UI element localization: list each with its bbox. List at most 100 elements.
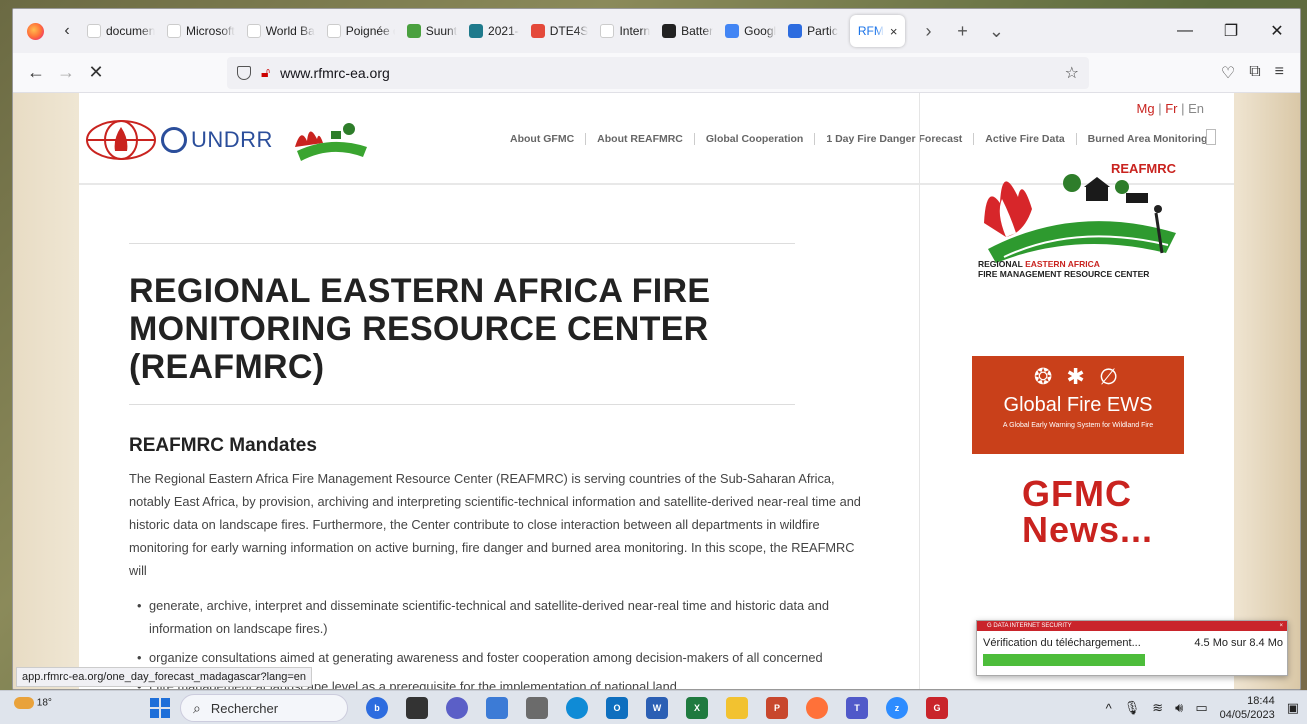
tab[interactable]: Microsoft bbox=[161, 15, 241, 47]
calculator-icon[interactable] bbox=[526, 697, 548, 719]
weather-icon bbox=[14, 697, 34, 709]
reafmrc-caption-line2: FIRE MANAGEMENT RESOURCE CENTER bbox=[978, 269, 1150, 279]
teams-icon[interactable]: T bbox=[846, 697, 868, 719]
url-text[interactable]: www.rfmrc-ea.org bbox=[280, 65, 390, 81]
tab-scroll-left-icon[interactable]: ‹ bbox=[53, 22, 81, 40]
nav-link[interactable]: Global Cooperation bbox=[695, 133, 816, 145]
page-viewport: Mg | Fr | En UNDRR About GFMC About REAF… bbox=[13, 93, 1300, 689]
gfmc-logo[interactable] bbox=[85, 119, 157, 161]
reafmrc-logo-small[interactable] bbox=[291, 117, 369, 163]
edge-icon[interactable] bbox=[566, 697, 588, 719]
antivirus-download-popup: G DATA INTERNET SECURITY × Vérification … bbox=[976, 620, 1288, 676]
back-button[interactable]: ← bbox=[21, 62, 51, 83]
tab[interactable]: Suunt bbox=[401, 15, 463, 47]
forward-button[interactable]: → bbox=[51, 62, 81, 83]
nav-link[interactable]: About GFMC bbox=[499, 133, 587, 145]
bing-icon[interactable]: b bbox=[366, 697, 388, 719]
tab-label: Poignée d bbox=[345, 24, 395, 38]
tab[interactable]: World Ban bbox=[241, 15, 321, 47]
microphone-icon[interactable]: 🎙︎ bbox=[1124, 700, 1141, 716]
powerpoint-icon[interactable]: P bbox=[766, 697, 788, 719]
tab-scroll-right-icon[interactable]: › bbox=[911, 21, 945, 42]
battery-icon[interactable]: ▭ bbox=[1195, 700, 1207, 716]
word-icon[interactable]: W bbox=[646, 697, 668, 719]
pocket-icon[interactable]: ♡ bbox=[1221, 63, 1235, 83]
menu-icon[interactable]: ≡ bbox=[1275, 63, 1284, 83]
notifications-icon[interactable]: ▣ bbox=[1287, 700, 1299, 716]
chat-icon[interactable] bbox=[446, 697, 468, 719]
divider bbox=[129, 404, 795, 405]
insecure-lock-icon[interactable]: 🔓︎ bbox=[261, 64, 270, 81]
main-content: REGIONAL EASTERN AFRICA FIRE MONITORING … bbox=[129, 243, 869, 689]
zoom-icon[interactable]: z bbox=[886, 697, 908, 719]
tab-label: Partic bbox=[807, 24, 838, 38]
volume-icon[interactable]: 🔊︎ bbox=[1175, 700, 1183, 716]
tab[interactable]: Partic bbox=[782, 15, 844, 47]
weather-widget[interactable]: 18° bbox=[14, 697, 52, 709]
site-container: Mg | Fr | En UNDRR About GFMC About REAF… bbox=[79, 93, 1234, 689]
tab[interactable]: 2021- bbox=[463, 15, 525, 47]
show-hidden-icons[interactable]: ^ bbox=[1106, 701, 1112, 716]
reafmrc-brand-text: REAFMRC bbox=[1111, 161, 1176, 176]
wifi-icon[interactable]: ≋ bbox=[1152, 700, 1163, 716]
section-heading: REAFMRC Mandates bbox=[129, 435, 317, 456]
mandates-paragraph: The Regional Eastern Africa Fire Managem… bbox=[129, 471, 861, 578]
status-url-tooltip: app.rfmrc-ea.org/one_day_forecast_madaga… bbox=[16, 667, 313, 687]
reafmrc-logo-large[interactable]: REAFMRC REGIONAL EASTERN AFRICA FIRE MAN… bbox=[976, 153, 1186, 283]
ews-icons: ❂ ✱ ∅ bbox=[1033, 364, 1123, 389]
mandate-list-item: organize consultations aimed at generati… bbox=[137, 646, 869, 669]
tab-close-icon[interactable]: × bbox=[890, 24, 898, 39]
tab[interactable]: Googl bbox=[719, 15, 782, 47]
tab-label: Batter bbox=[681, 24, 714, 38]
search-icon: ⌕ bbox=[193, 699, 201, 716]
tab[interactable]: document bbox=[81, 15, 161, 47]
url-bar[interactable]: 🔓︎ www.rfmrc-ea.org ☆ bbox=[227, 56, 1089, 89]
tab[interactable]: Poignée d bbox=[321, 15, 401, 47]
tab[interactable]: DTE4S bbox=[525, 15, 595, 47]
start-button[interactable] bbox=[150, 698, 170, 718]
stop-button[interactable]: ✕ bbox=[81, 62, 111, 83]
ews-title: Global Fire EWS bbox=[1003, 394, 1153, 416]
minimize-button[interactable]: — bbox=[1162, 9, 1208, 53]
file-explorer-icon[interactable] bbox=[726, 697, 748, 719]
un-emblem-icon[interactable] bbox=[161, 127, 187, 153]
clock[interactable]: 18:44 04/05/2023 bbox=[1220, 694, 1275, 722]
tab-favicon-icon bbox=[662, 24, 677, 38]
nav-link[interactable]: About REAFMRC bbox=[586, 133, 695, 145]
tab-label: document bbox=[106, 24, 155, 38]
file-explorer-pinned-icon[interactable] bbox=[486, 697, 508, 719]
new-tab-button[interactable]: + bbox=[945, 21, 979, 42]
page-title: REGIONAL EASTERN AFRICA FIRE MONITORING … bbox=[129, 272, 711, 386]
tab-label: RFM bbox=[857, 24, 884, 38]
tab-label: World Ban bbox=[265, 24, 315, 38]
gfmc-news-banner[interactable]: GFMC News... bbox=[1022, 476, 1152, 548]
tab-list-button[interactable]: ⌄ bbox=[979, 21, 1013, 42]
gdata-icon[interactable]: G bbox=[926, 697, 948, 719]
av-popup-title: G DATA INTERNET SECURITY bbox=[987, 623, 1072, 629]
global-fire-ews-banner[interactable]: ❂ ✱ ∅ Global Fire EWS A Global Early War… bbox=[972, 356, 1184, 454]
undrr-logo-text[interactable]: UNDRR bbox=[191, 127, 273, 153]
firefox-icon[interactable] bbox=[17, 13, 53, 49]
clock-date: 04/05/2023 bbox=[1219, 709, 1275, 721]
mandate-list-item: generate, archive, interpret and dissemi… bbox=[137, 594, 869, 640]
tab[interactable]: Intern bbox=[594, 15, 656, 47]
firefox-taskbar-icon[interactable] bbox=[806, 697, 828, 719]
tab-active[interactable]: RFM × bbox=[849, 15, 906, 47]
divider bbox=[129, 243, 795, 244]
tab[interactable]: Batter bbox=[656, 15, 719, 47]
tracking-shield-icon[interactable] bbox=[237, 65, 251, 80]
tab-label: DTE4S bbox=[549, 24, 589, 38]
outlook-icon[interactable]: O bbox=[606, 697, 628, 719]
tab-label: Microsoft bbox=[186, 24, 235, 38]
av-close-icon[interactable]: × bbox=[1279, 623, 1283, 629]
taskbar-search[interactable]: ⌕ Rechercher bbox=[180, 694, 348, 722]
excel-icon[interactable]: X bbox=[686, 697, 708, 719]
taskbar: 18° ⌕ Rechercher b O W X P T z G ^ 🎙︎ ≋ … bbox=[0, 690, 1307, 724]
av-progress-text: 4.5 Mo sur 8.4 Mo bbox=[1194, 637, 1283, 649]
extensions-icon[interactable]: ⧉ bbox=[1249, 63, 1260, 83]
bookmark-star-icon[interactable]: ☆ bbox=[1065, 63, 1079, 83]
task-view-icon[interactable] bbox=[406, 697, 428, 719]
close-window-button[interactable]: ✕ bbox=[1254, 9, 1300, 53]
restore-button[interactable]: ❐ bbox=[1208, 9, 1254, 53]
tab-favicon-icon bbox=[469, 24, 484, 38]
